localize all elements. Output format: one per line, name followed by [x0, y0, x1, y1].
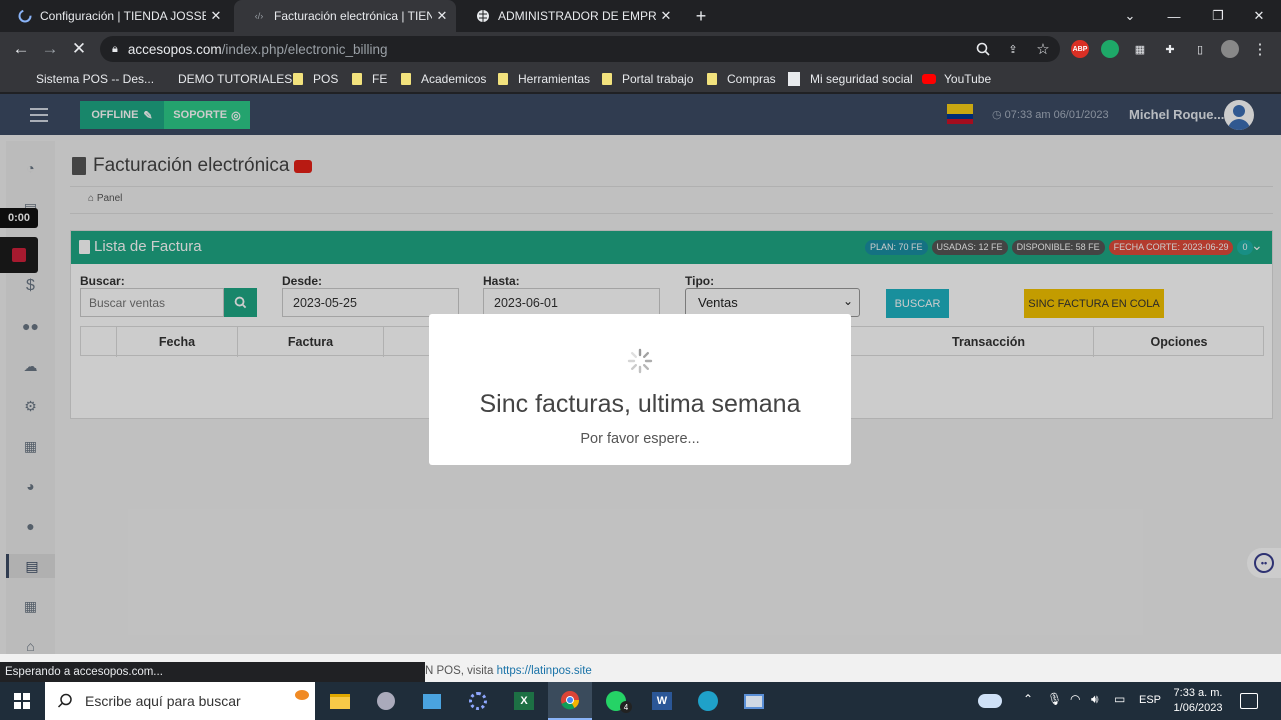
bookmark-label: FE — [372, 72, 388, 86]
photos-app-icon[interactable] — [410, 682, 454, 720]
bookmarks-bar: Sistema POS -- Des... DEMO TUTORIALES PO… — [0, 65, 1281, 93]
bookmark-youtube[interactable]: YouTube — [922, 65, 991, 93]
adblock-icon[interactable]: ABP — [1071, 40, 1089, 58]
edge-icon[interactable] — [686, 682, 730, 720]
microphone-icon[interactable]: 🎙︎ — [1047, 692, 1062, 706]
share-icon[interactable]: ⇪ — [1004, 40, 1022, 58]
windows-start-icon[interactable] — [0, 682, 44, 720]
youtube-icon — [922, 74, 936, 84]
document-icon — [788, 72, 800, 86]
bookmark-mi-seguridad-social[interactable]: Mi seguridad social — [788, 65, 913, 93]
app-satellite-icon[interactable] — [364, 682, 408, 720]
wifi-icon[interactable]: ◠ — [1070, 692, 1080, 706]
loading-spinner-icon — [18, 9, 32, 23]
folder-icon — [352, 73, 362, 85]
footer-link[interactable]: https://latinpos.site — [497, 665, 592, 677]
browser-status-text: Esperando a accesopos.com... — [0, 662, 425, 682]
bookmark-herramientas[interactable]: Herramientas — [498, 65, 590, 93]
file-explorer-icon[interactable] — [318, 682, 362, 720]
tab-title: Configuración | TIENDA JOSSE — [40, 9, 206, 23]
chevron-up-icon[interactable]: ⌃ — [1023, 692, 1033, 706]
bookmark-academicos[interactable]: Academicos — [401, 65, 486, 93]
bookmark-demo-tutoriales[interactable]: DEMO TUTORIALES — [178, 65, 292, 93]
search-highlight-icon — [295, 690, 309, 700]
bookmark-label: Herramientas — [518, 72, 591, 86]
address-bar[interactable]: 🔒︎ accesopos.com /index.php/electronic_b… — [100, 36, 1060, 62]
clock-time: 7:33 a. m. — [1173, 687, 1223, 699]
bookmark-label: Academicos — [421, 72, 487, 86]
whatsapp-icon[interactable]: 4 — [594, 682, 638, 720]
globe-icon — [476, 9, 490, 23]
footer-text: N POS, visita https://latinpos.site — [425, 665, 592, 677]
whatsapp-count-badge: 4 — [620, 701, 632, 713]
windows-taskbar: Escribe aquí para buscar X 4 W ⌃ 🎙︎ ◠ 🔊︎… — [0, 682, 1281, 720]
weather-cloud-icon[interactable] — [968, 682, 1012, 720]
extensions-puzzle-icon[interactable]: ✚ — [1161, 40, 1179, 58]
url-host: accesopos.com — [127, 41, 222, 57]
settings-gear-icon[interactable] — [456, 682, 500, 720]
folder-icon — [707, 73, 717, 85]
minimize-button[interactable]: — — [1152, 0, 1196, 32]
page-footer: Esperando a accesopos.com... N POS, visi… — [0, 654, 1281, 682]
loading-modal: Sinc facturas, ultima semana Por favor e… — [429, 314, 851, 465]
lock-icon: 🔒︎ — [112, 42, 118, 55]
tab-configuracion[interactable]: Configuración | TIENDA JOSSE ✕ — [0, 0, 232, 32]
new-tab-button[interactable]: + — [686, 0, 716, 32]
search-icon — [57, 693, 72, 708]
folder-icon — [401, 73, 411, 85]
stop-loading-button[interactable]: ✕ — [64, 32, 94, 65]
taskbar-search-box[interactable]: Escribe aquí para buscar — [45, 682, 315, 720]
bookmark-star-icon[interactable]: ☆ — [1034, 40, 1052, 58]
tab-search-icon[interactable]: ⌄ — [1108, 0, 1152, 32]
browser-tab-bar: Configuración | TIENDA JOSSE ✕ ‹/› Factu… — [0, 0, 1281, 32]
notification-center-icon[interactable] — [1240, 693, 1258, 709]
forward-button[interactable]: → — [35, 32, 65, 65]
back-button[interactable]: ← — [6, 32, 36, 65]
qr-code-icon[interactable]: ▦ — [1131, 40, 1149, 58]
zoom-search-icon[interactable] — [974, 40, 992, 58]
code-icon: ‹/› — [254, 11, 264, 21]
grammarly-icon[interactable] — [1101, 40, 1119, 58]
folder-icon — [293, 73, 303, 85]
tab-facturacion[interactable]: ‹/› Facturación electrónica | TIENDA ✕ — [234, 0, 456, 32]
footer-prefix: N POS, visita — [425, 665, 497, 677]
restore-button[interactable]: ❐ — [1196, 0, 1240, 32]
excel-icon[interactable]: X — [502, 682, 546, 720]
bookmark-compras[interactable]: Compras — [707, 65, 776, 93]
bookmark-portal-trabajo[interactable]: Portal trabajo — [602, 65, 693, 93]
bookmark-sistema-pos[interactable]: Sistema POS -- Des... — [36, 65, 154, 93]
taskbar-search-placeholder: Escribe aquí para buscar — [85, 693, 241, 709]
side-panel-icon[interactable]: ▯ — [1191, 40, 1209, 58]
chrome-icon[interactable] — [548, 682, 592, 720]
modal-title: Sinc facturas, ultima semana — [479, 390, 801, 418]
folder-icon — [602, 73, 612, 85]
tab-administrador[interactable]: ADMINISTRADOR DE EMPRESAS ✕ — [458, 0, 680, 32]
profile-avatar-icon[interactable] — [1221, 40, 1239, 58]
close-icon[interactable]: ✕ — [656, 8, 676, 24]
bookmark-fe[interactable]: FE — [352, 65, 387, 93]
folder-icon — [498, 73, 508, 85]
loading-spinner-icon — [627, 348, 653, 379]
clock-date: 1/06/2023 — [1173, 702, 1223, 714]
tab-title: ADMINISTRADOR DE EMPRESAS — [498, 9, 656, 23]
volume-icon[interactable]: 🔊︎ — [1091, 692, 1099, 707]
language-indicator[interactable]: ESP — [1139, 694, 1161, 706]
remote-desktop-icon[interactable] — [732, 682, 776, 720]
battery-icon[interactable]: ▭ — [1114, 692, 1125, 706]
bookmark-label: Compras — [727, 72, 776, 86]
close-icon[interactable]: ✕ — [206, 8, 226, 24]
taskbar-clock[interactable]: 7:33 a. m. 1/06/2023 — [1166, 686, 1230, 716]
tab-title: Facturación electrónica | TIENDA — [274, 9, 432, 23]
window-close-button[interactable]: ✕ — [1237, 0, 1281, 32]
menu-dots-icon[interactable]: ⋮ — [1251, 40, 1269, 58]
url-path: /index.php/electronic_billing — [221, 41, 388, 57]
bookmark-label: YouTube — [944, 72, 992, 86]
bookmark-label: POS — [313, 72, 339, 86]
bookmark-label: Mi seguridad social — [810, 72, 913, 86]
word-icon[interactable]: W — [640, 682, 684, 720]
bookmark-pos[interactable]: POS — [293, 65, 338, 93]
bookmark-label: Portal trabajo — [622, 72, 694, 86]
close-icon[interactable]: ✕ — [432, 8, 452, 24]
modal-subtitle: Por favor espere... — [580, 431, 700, 447]
